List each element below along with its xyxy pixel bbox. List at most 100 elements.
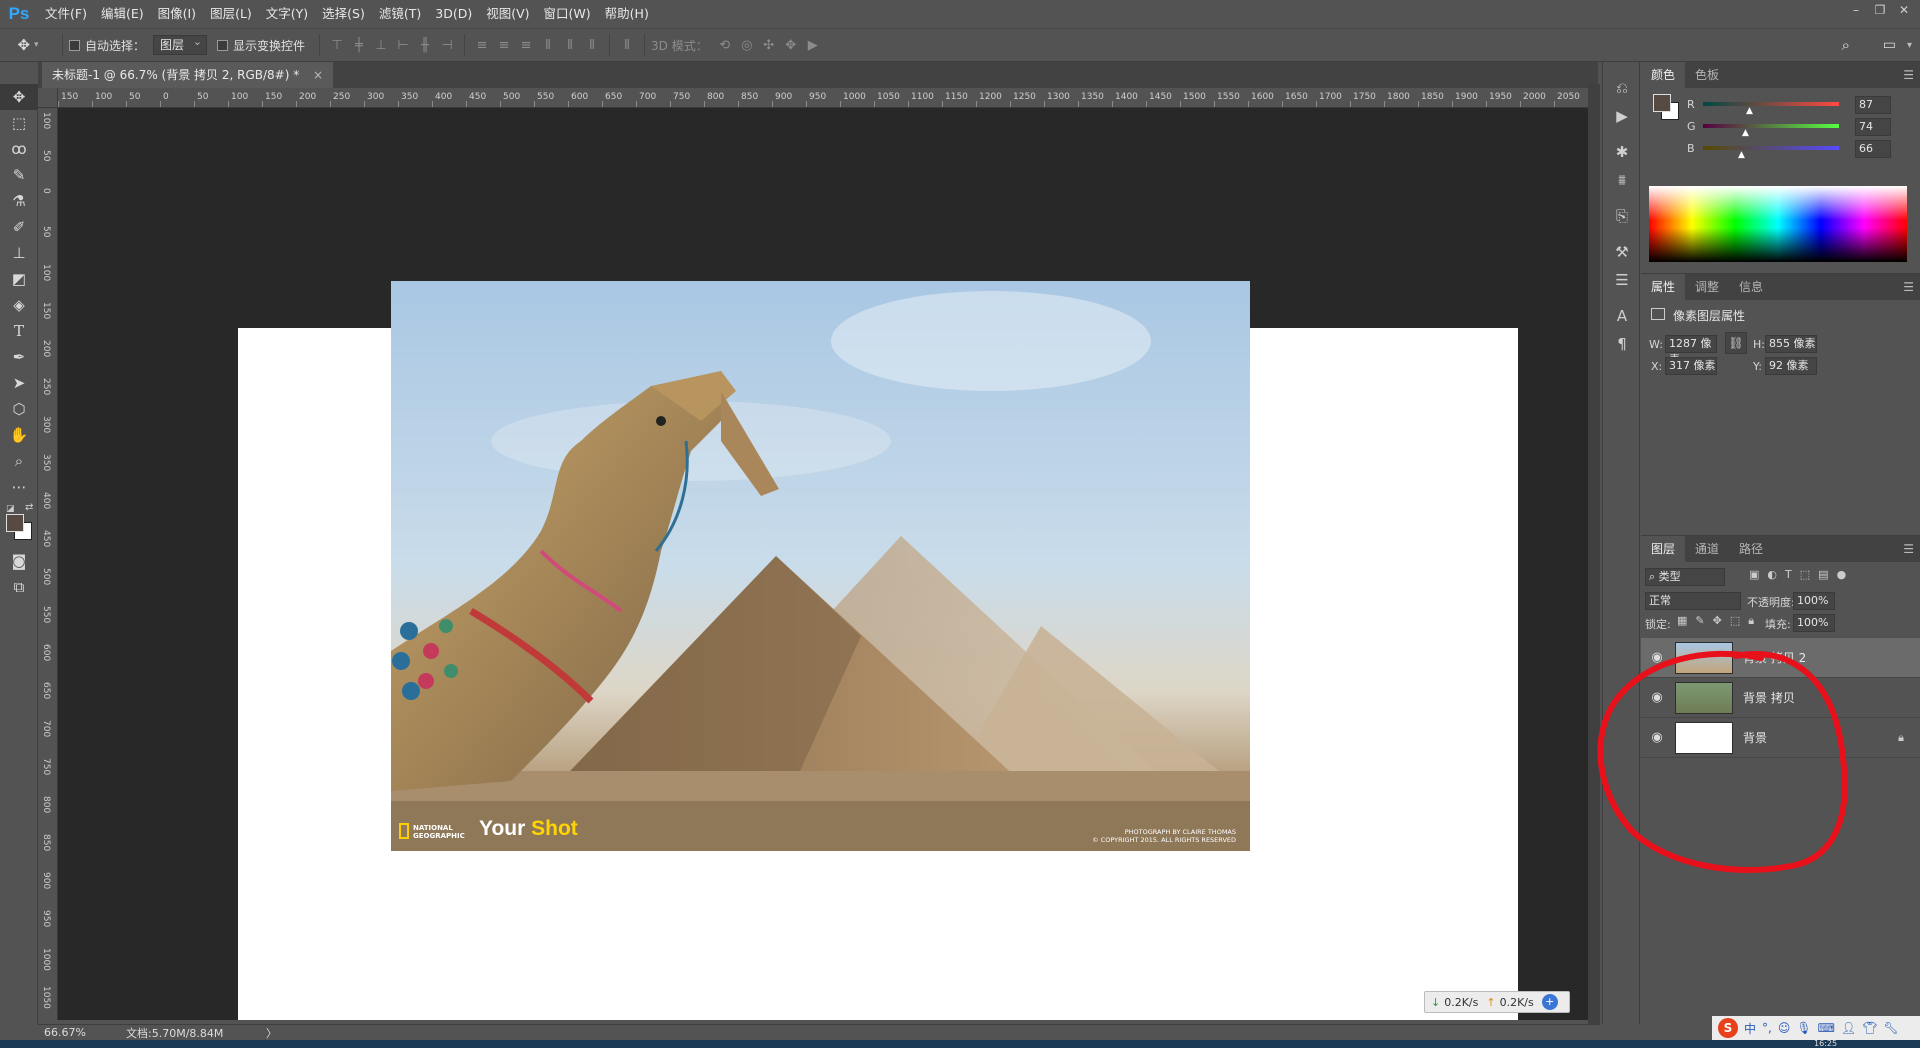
g-value-input[interactable]: 74 [1855, 118, 1891, 136]
opacity-input[interactable]: 100% [1793, 592, 1835, 610]
marquee-tool-icon[interactable]: ⬚ [0, 110, 38, 136]
tab-swatches[interactable]: 色板 [1685, 62, 1729, 88]
b-slider[interactable]: B ▲ 66 [1687, 140, 1917, 160]
swap-colors-icon[interactable]: ⇄ [25, 502, 33, 513]
tab-color[interactable]: 颜色 [1641, 62, 1686, 88]
settings-icon[interactable]: ✱ [1603, 138, 1641, 166]
lock-transparent-icon[interactable]: ▦ [1677, 614, 1687, 628]
clone-stamp-tool-icon[interactable]: ⊥ [0, 240, 38, 266]
checkbox-box[interactable] [69, 39, 80, 51]
lasso-tool-icon[interactable]: ꝏ [0, 136, 38, 162]
hand-tool-icon[interactable]: ✋ [0, 422, 38, 448]
brush-tool-icon[interactable]: ✐ [0, 214, 38, 240]
menu-view[interactable]: 视图(V) [479, 0, 536, 28]
shape-tool-icon[interactable]: ⬡ [0, 396, 38, 422]
plus-icon[interactable]: + [1541, 994, 1558, 1010]
3d-scale-icon[interactable]: ▶ [802, 34, 824, 56]
tab-adjustments[interactable]: 调整 [1685, 274, 1729, 300]
network-speed-widget[interactable]: ↓ 0.2K/s ↑ 0.2K/s + [1424, 991, 1570, 1013]
filter-toggle-icon[interactable]: ● [1837, 568, 1847, 581]
panel-menu-icon[interactable]: ☰ [1903, 280, 1914, 294]
lock-paint-icon[interactable]: ✎ [1695, 614, 1704, 628]
menu-edit[interactable]: 编辑(E) [94, 0, 151, 28]
panel-menu-icon[interactable]: ☰ [1903, 68, 1914, 82]
keyboard-icon[interactable]: ⌨ [1818, 1021, 1835, 1035]
menu-file[interactable]: 文件(F) [38, 0, 94, 28]
tool-presets-icon[interactable]: ⚒ [1603, 238, 1641, 266]
paint-bucket-tool-icon[interactable]: ◈ [0, 292, 38, 318]
tab-properties[interactable]: 属性 [1641, 274, 1686, 300]
distribute-top-icon[interactable]: ≡ [471, 34, 493, 56]
auto-select-dropdown[interactable]: 图层 [153, 33, 208, 55]
sliders-icon[interactable]: ☰ [1603, 266, 1641, 294]
ime-mode[interactable]: 中 [1744, 1020, 1756, 1037]
layer-filter-dropdown[interactable]: ⌕ 类型 [1645, 568, 1725, 586]
brush-presets-icon[interactable]: ⩩ [1603, 166, 1641, 194]
default-colors-icon[interactable]: ◪ [6, 504, 15, 514]
move-tool-icon[interactable]: ✥ [0, 84, 38, 110]
screen-mode-icon[interactable]: ⧉ [0, 574, 38, 600]
close-tab-icon[interactable]: × [313, 68, 323, 82]
clone-source-icon[interactable]: ⎘ [1603, 202, 1641, 230]
g-slider[interactable]: G ▲ 74 [1687, 118, 1917, 138]
search-icon[interactable]: ⌕ [1842, 36, 1850, 54]
foreground-color-swatch[interactable] [6, 514, 24, 532]
tab-channels[interactable]: 通道 [1685, 536, 1729, 562]
zoom-level[interactable]: 66.67% [44, 1026, 114, 1039]
chevron-down-icon[interactable]: ▾ [1907, 40, 1912, 51]
menu-select[interactable]: 选择(S) [315, 0, 372, 28]
camel-pyramids-photo[interactable]: NATIONAL GEOGRAPHIC Your Shot PHOTOGRAPH… [391, 281, 1250, 851]
character-icon[interactable]: A [1603, 302, 1641, 330]
y-input[interactable]: 92 像素 [1765, 357, 1817, 375]
align-top-icon[interactable]: ⊤ [326, 34, 348, 56]
show-transform-checkbox[interactable]: 显示变换控件 [217, 37, 305, 54]
history-icon[interactable]: ⎌ [1603, 74, 1641, 102]
align-left-icon[interactable]: ⊢ [392, 34, 414, 56]
3d-roll-icon[interactable]: ◎ [736, 34, 758, 56]
move-tool-preset[interactable]: ✥ ▾ [0, 36, 56, 54]
quick-mask-icon[interactable]: ◙ [0, 548, 38, 574]
checkbox-box[interactable] [217, 39, 229, 51]
b-slider-thumb[interactable]: ▲ [1738, 150, 1745, 160]
vertical-ruler[interactable]: 100 50 0 50 100 150 200 250 300 350 400 450 500 550 60… [38, 108, 58, 1020]
auto-select-checkbox[interactable]: 自动选择： [69, 37, 145, 54]
mic-icon[interactable]: 🎙︎ [1796, 1021, 1811, 1035]
menu-layer[interactable]: 图层(L) [203, 0, 259, 28]
width-input[interactable]: 1287 像素 [1665, 335, 1717, 366]
actions-play-icon[interactable]: ▶ [1603, 102, 1641, 130]
minimize-icon[interactable]: – [1844, 0, 1868, 20]
more-tools-icon[interactable]: ⋯ [0, 474, 38, 500]
r-value-input[interactable]: 87 [1855, 96, 1891, 114]
blend-mode-dropdown[interactable]: 正常 [1645, 592, 1741, 610]
vertical-scrollbar[interactable] [1588, 84, 1600, 1024]
color-fg-swatch[interactable] [1653, 94, 1671, 112]
3d-pan-icon[interactable]: ✣ [758, 34, 780, 56]
pen-tool-icon[interactable]: ✒ [0, 344, 38, 370]
menu-type[interactable]: 文字(Y) [259, 0, 315, 28]
menu-help[interactable]: 帮助(H) [598, 0, 656, 28]
color-spectrum[interactable] [1649, 186, 1907, 262]
user-icon[interactable]: 👤︎ [1841, 1021, 1856, 1035]
panel-menu-icon[interactable]: ☰ [1903, 542, 1914, 556]
type-filter-icon[interactable]: T [1785, 568, 1792, 581]
align-bottom-icon[interactable]: ⊥ [370, 34, 392, 56]
3d-orbit-icon[interactable]: ⟲ [714, 34, 736, 56]
adjustment-filter-icon[interactable]: ◐ [1767, 568, 1777, 581]
emoji-icon[interactable]: ☺ [1778, 1021, 1791, 1035]
wrench-icon[interactable]: 🔧︎ [1883, 1021, 1898, 1035]
workspace-icon[interactable]: ▭ [1883, 37, 1896, 53]
r-slider-thumb[interactable]: ▲ [1746, 106, 1753, 116]
punctuation-icon[interactable]: °, [1762, 1021, 1772, 1035]
tab-layers[interactable]: 图层 [1641, 536, 1686, 562]
menu-filter[interactable]: 滤镜(T) [372, 0, 428, 28]
quick-select-tool-icon[interactable]: ✎ [0, 162, 38, 188]
auto-align-icon[interactable]: ⦀ [616, 34, 638, 56]
type-tool-icon[interactable]: T [0, 318, 38, 344]
close-icon[interactable]: ✕ [1892, 0, 1916, 20]
menu-window[interactable]: 窗口(W) [537, 0, 598, 28]
shirt-icon[interactable]: 👕︎ [1862, 1021, 1877, 1035]
smart-object-filter-icon[interactable]: ▤ [1818, 568, 1828, 581]
menu-3d[interactable]: 3D(D) [428, 0, 479, 28]
height-input[interactable]: 855 像素 [1765, 335, 1817, 353]
horizontal-ruler[interactable]: 150 100 50 0 50 100 150 200 250 300 350 400 450 500 55… [58, 88, 1588, 108]
